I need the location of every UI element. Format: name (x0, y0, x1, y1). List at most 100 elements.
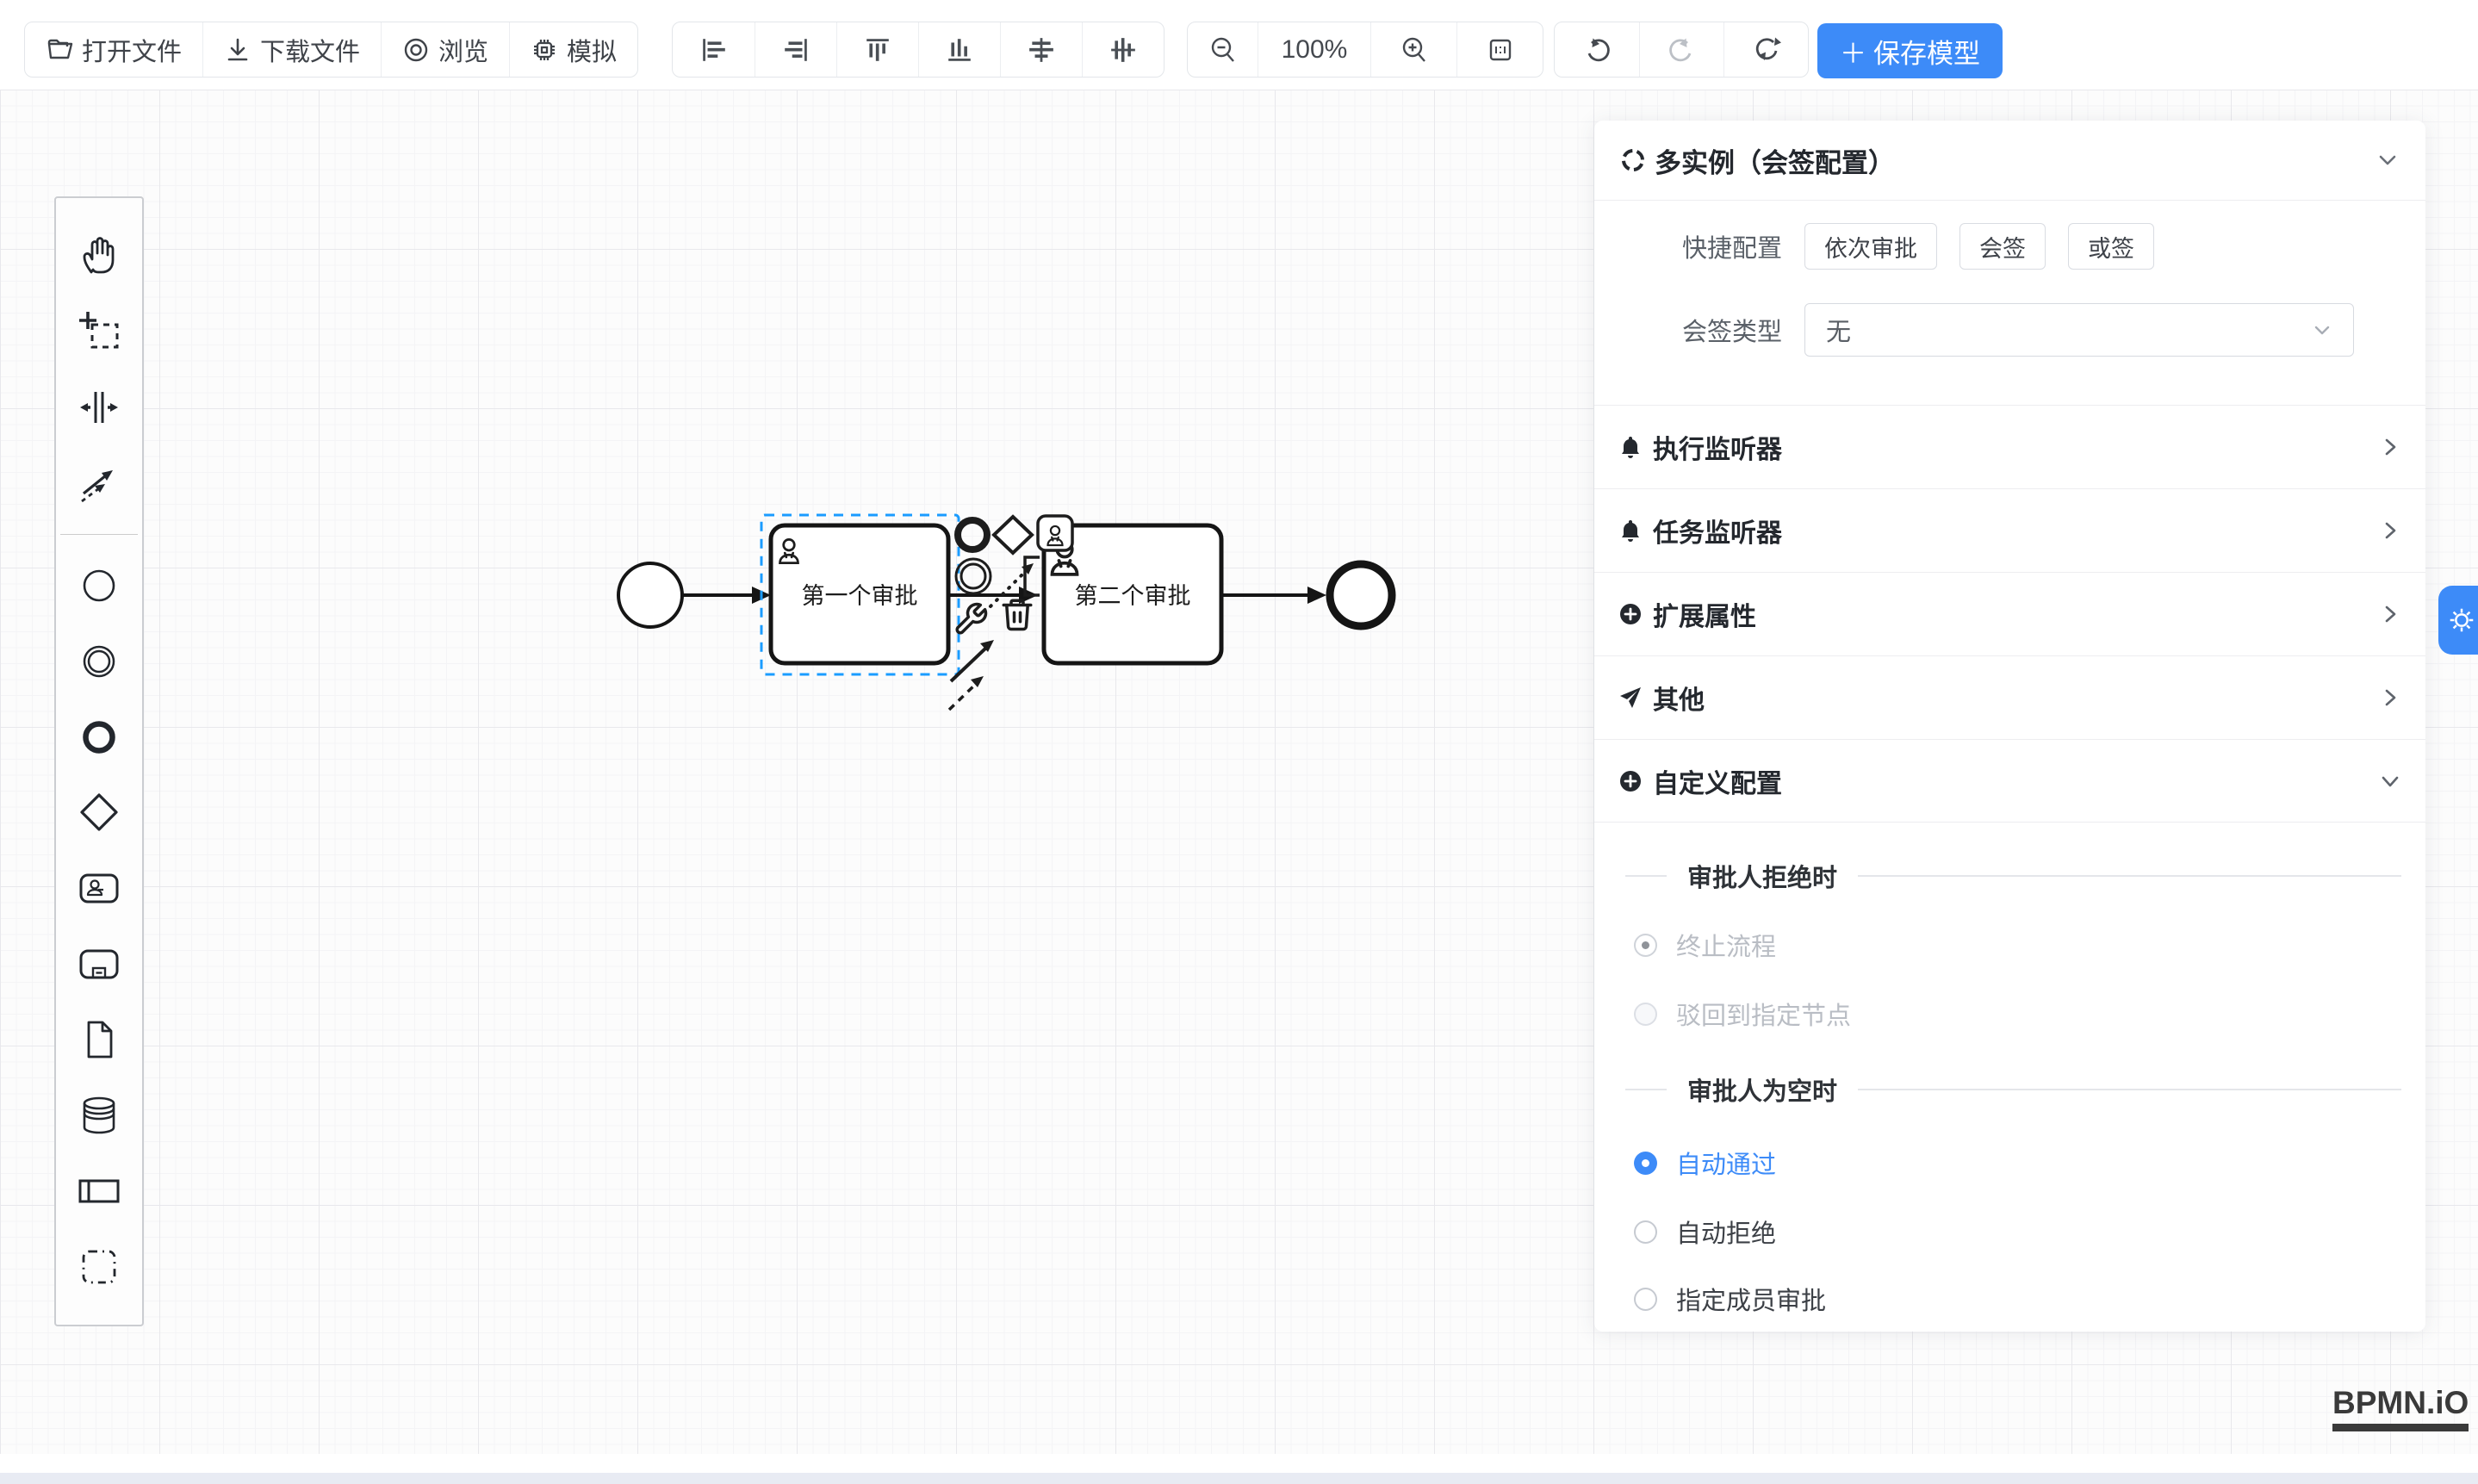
create-intermediate-event[interactable] (74, 636, 124, 686)
align-center-horizontal-button[interactable] (1000, 22, 1082, 77)
section-other[interactable]: 其他 (1594, 655, 2425, 739)
plus-circle-icon (1618, 602, 1643, 626)
chevron-right-icon (2379, 436, 2401, 458)
user-task-1[interactable]: 第一个审批 (771, 525, 948, 663)
section-execution-listener[interactable]: 执行监听器 (1594, 405, 2425, 488)
space-tool[interactable] (74, 382, 124, 432)
radio-unselected-icon[interactable] (1634, 1288, 1657, 1311)
align-bottom-icon (946, 36, 973, 64)
divider-line (1625, 1089, 1667, 1090)
end-event-icon (77, 715, 121, 760)
save-model-button[interactable]: ＋ 保存模型 (1817, 23, 2003, 78)
zoom-out-button[interactable] (1188, 22, 1258, 77)
align-center-horizontal-icon (1028, 36, 1055, 64)
gear-icon (2445, 603, 2478, 637)
panel-sections: 执行监听器 任务监听器 扩展属性 (1594, 405, 2425, 823)
start-event-shape[interactable] (618, 563, 682, 627)
reset-button[interactable] (1723, 22, 1808, 77)
quick-option-sequential[interactable]: 依次审批 (1804, 223, 1937, 270)
trash-icon[interactable] (1003, 600, 1031, 629)
append-gateway-icon[interactable] (994, 517, 1032, 553)
radio-auto-reject[interactable]: 自动拒绝 (1594, 1208, 2425, 1256)
lasso-tool[interactable] (74, 307, 124, 357)
radio-return-to-node: 驳回到指定节点 (1594, 990, 2425, 1038)
create-participant[interactable] (74, 1166, 124, 1216)
file-button-group: 打开文件 下载文件 浏览 (24, 22, 638, 78)
panel-header[interactable]: 多实例（会签配置） (1594, 121, 2425, 201)
create-end-event[interactable] (74, 712, 124, 762)
preview-label: 浏览 (438, 32, 488, 68)
radio-assign-member[interactable]: 指定成员审批 (1594, 1275, 2425, 1323)
section-task-listener[interactable]: 任务监听器 (1594, 488, 2425, 572)
open-file-button[interactable]: 打开文件 (25, 22, 202, 77)
section-label: 自定义配置 (1653, 762, 1782, 800)
create-user-task[interactable] (74, 863, 124, 913)
align-center-vertical-button[interactable] (1082, 22, 1164, 77)
create-data-store[interactable] (74, 1090, 124, 1140)
user-task-icon (77, 866, 121, 910)
bpmn-modeler-app: 第一个审批 第二个审批 (0, 0, 2478, 1484)
radio-auto-pass[interactable]: 自动通过 (1594, 1139, 2425, 1187)
append-end-event-icon[interactable] (958, 520, 987, 550)
chip-icon (531, 36, 558, 64)
participant-icon (77, 1169, 121, 1214)
connection-arrows-icon[interactable] (949, 640, 994, 710)
radio-terminate-process: 终止流程 (1594, 921, 2425, 969)
divider-line (1858, 1089, 2401, 1090)
radio-selected-icon[interactable] (1634, 1152, 1657, 1175)
align-right-button[interactable] (755, 22, 836, 77)
zoom-level-value: 100% (1282, 35, 1348, 65)
chevron-down-icon (2312, 320, 2332, 340)
create-subprocess[interactable] (74, 939, 124, 989)
end-event-shape[interactable] (1330, 564, 1392, 626)
wrench-icon[interactable] (957, 604, 985, 632)
panel-toggle-tab[interactable] (2438, 586, 2478, 655)
zoom-in-button[interactable] (1370, 22, 1456, 77)
redo-button[interactable] (1639, 22, 1723, 77)
space-tool-icon (77, 385, 121, 430)
create-data-object[interactable] (74, 1015, 124, 1065)
zoom-level[interactable]: 100% (1258, 22, 1370, 77)
radio-label: 自动拒绝 (1676, 1214, 1776, 1250)
fit-viewport-button[interactable] (1456, 22, 1543, 77)
preview-button[interactable]: 浏览 (381, 22, 509, 77)
align-left-button[interactable] (673, 22, 755, 77)
global-connect-icon (77, 461, 121, 506)
chevron-right-icon (2379, 519, 2401, 542)
intermediate-event-icon (77, 639, 121, 684)
quick-option-orsign[interactable]: 或签 (2068, 223, 2154, 270)
task-2-label: 第二个审批 (1075, 583, 1191, 609)
empty-group-title: 审批人为空时 (1594, 1066, 2425, 1113)
radio-unselected-icon[interactable] (1634, 1220, 1657, 1244)
quick-option-countersign[interactable]: 会签 (1959, 223, 2046, 270)
simulate-button[interactable]: 模拟 (509, 22, 637, 77)
quick-config-row: 快捷配置 依次审批 会签 或签 (1594, 222, 2425, 270)
empty-group-title-text: 审批人为空时 (1687, 1071, 1837, 1108)
global-connect-tool[interactable] (74, 458, 124, 508)
folder-open-icon (46, 36, 73, 64)
hand-tool[interactable] (74, 231, 124, 281)
open-file-label: 打开文件 (82, 32, 182, 68)
chevron-right-icon (2379, 603, 2401, 625)
section-label: 扩展属性 (1653, 595, 1756, 633)
undo-button[interactable] (1555, 22, 1639, 77)
append-intermediate-event-icon[interactable] (956, 559, 991, 593)
align-button-group (672, 22, 1164, 78)
align-bottom-button[interactable] (918, 22, 1000, 77)
text-annotation-icon[interactable] (1025, 557, 1040, 595)
download-file-button[interactable]: 下载文件 (202, 22, 381, 77)
sign-type-select[interactable]: 无 (1804, 303, 2354, 357)
subprocess-icon (77, 941, 121, 986)
section-extended-properties[interactable]: 扩展属性 (1594, 572, 2425, 655)
zoom-out-icon (1208, 35, 1238, 65)
align-top-button[interactable] (836, 22, 918, 77)
create-start-event[interactable] (74, 561, 124, 611)
append-user-task-icon[interactable] (1038, 516, 1072, 550)
section-custom-config[interactable]: 自定义配置 (1594, 739, 2425, 823)
task-1-label: 第一个审批 (802, 583, 918, 609)
panel-title: 多实例（会签配置） (1655, 141, 1895, 180)
zoom-button-group: 100% (1187, 22, 1543, 78)
start-event-icon (77, 563, 121, 608)
create-gateway[interactable] (74, 787, 124, 837)
create-group[interactable] (74, 1242, 124, 1292)
